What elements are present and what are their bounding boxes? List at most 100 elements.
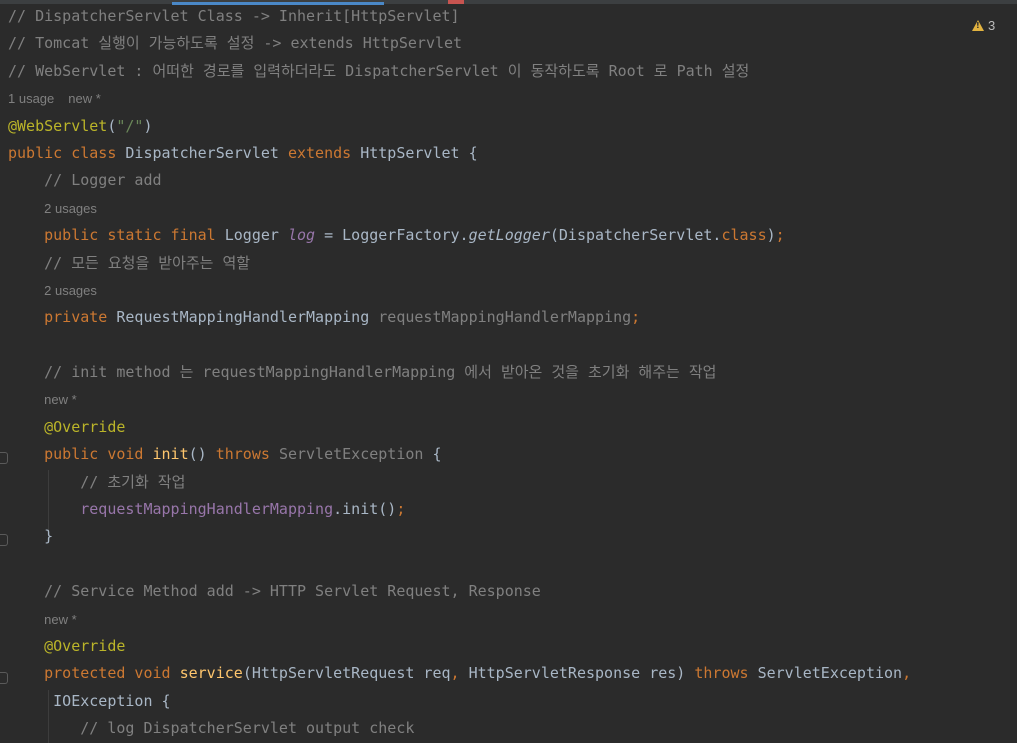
usage-hint: 2 usages	[44, 201, 111, 216]
code-token: // log DispatcherServlet output check	[80, 719, 415, 738]
fold-end-icon[interactable]	[0, 534, 8, 546]
usage-hint: new *	[44, 392, 91, 407]
code-token: throws	[215, 445, 279, 464]
code-line: public static final Logger log = LoggerF…	[8, 222, 1017, 249]
code-token: protected void	[44, 664, 180, 683]
code-token: // Tomcat 실행이 가능하도록 설정 -> extends HttpSe…	[8, 34, 463, 53]
fold-marker-icon[interactable]	[0, 452, 8, 464]
code-token: ServletException	[278, 445, 424, 464]
code-token: // DispatcherServlet Class -> Inherit[Ht…	[8, 7, 460, 25]
usage-hint: new *	[44, 612, 91, 627]
inlay-hint-row: new *	[8, 606, 1017, 633]
code-token: throws	[694, 664, 758, 683]
code-token: HttpServlet {	[360, 143, 478, 162]
usage-hint: 1 usage new *	[8, 91, 115, 106]
code-line: // Logger add	[8, 167, 1017, 194]
code-line: protected void service(HttpServletReques…	[8, 660, 1017, 687]
code-editor[interactable]: // DispatcherServlet Class -> Inherit[Ht…	[8, 3, 1017, 743]
code-token: }	[44, 527, 54, 546]
code-token: = LoggerFactory.	[315, 226, 469, 245]
usage-hint-item[interactable]: 2 usages	[44, 283, 97, 298]
code-token: RequestMappingHandlerMapping	[116, 308, 379, 327]
code-token: public void	[44, 445, 153, 464]
code-token: // 모든 요청을 받아주는 역할	[44, 253, 251, 272]
code-token: public static final	[44, 226, 225, 245]
code-token: ;	[631, 308, 641, 327]
code-token: (DispatcherServlet.	[549, 226, 722, 245]
code-token: IOException {	[53, 691, 171, 710]
code-token: ()	[188, 445, 216, 464]
usage-hint-item[interactable]: 1 usage	[8, 91, 54, 106]
code-token: requestMappingHandlerMapping	[80, 500, 334, 519]
inlay-hint-row: 1 usage new *	[8, 85, 1017, 112]
code-token: // Service Method add -> HTTP Servlet Re…	[44, 582, 541, 601]
code-line: }	[8, 523, 1017, 550]
inlay-hint-row: 2 usages	[8, 195, 1017, 222]
inlay-hint-row: new *	[8, 386, 1017, 413]
code-token: HttpServletResponse res)	[468, 664, 695, 683]
code-line: // 초기화 작업	[8, 469, 1017, 496]
code-line: // 모든 요청을 받아주는 역할	[8, 250, 1017, 277]
code-line: @Override	[8, 633, 1017, 660]
code-line: private RequestMappingHandlerMapping req…	[8, 304, 1017, 331]
code-token: init	[152, 445, 189, 464]
usage-hint-item[interactable]: 2 usages	[44, 201, 97, 216]
code-token: extends	[287, 143, 361, 162]
code-token: public class	[8, 143, 126, 162]
code-token: requestMappingHandlerMapping	[378, 308, 632, 327]
usage-hint: 2 usages	[44, 283, 111, 298]
code-token: getLogger	[468, 226, 550, 245]
code-token: @Override	[44, 417, 126, 436]
usage-hint-item[interactable]: new *	[68, 91, 101, 106]
code-line: @Override	[8, 414, 1017, 441]
code-line: IOException {	[8, 688, 1017, 715]
code-token: DispatcherServlet	[125, 143, 288, 162]
code-line: // init method 는 requestMappingHandlerMa…	[8, 359, 1017, 386]
code-token: "/"	[116, 116, 144, 135]
code-token: )	[143, 116, 153, 135]
code-token: ServletException	[757, 664, 903, 683]
code-line: // Service Method add -> HTTP Servlet Re…	[8, 578, 1017, 605]
code-line: // Tomcat 실행이 가능하도록 설정 -> extends HttpSe…	[8, 30, 1017, 57]
code-token: // WebServlet : 어떠한 경로를 입력하더라도 Dispatche…	[8, 61, 750, 80]
inlay-hint-row: 2 usages	[8, 277, 1017, 304]
code-line: // WebServlet : 어떠한 경로를 입력하더라도 Dispatche…	[8, 58, 1017, 85]
code-token: class	[721, 226, 767, 245]
usage-hint-item[interactable]: new *	[44, 392, 77, 407]
fold-marker-icon[interactable]	[0, 672, 8, 684]
code-token: {	[423, 445, 442, 464]
code-token: log	[287, 226, 316, 245]
code-token: // init method 는 requestMappingHandlerMa…	[44, 363, 717, 382]
code-line: public void init() throws ServletExcepti…	[8, 441, 1017, 468]
code-token: @Override	[44, 636, 126, 655]
code-token: )	[766, 226, 776, 245]
code-token: ,	[450, 664, 469, 683]
code-line: public class DispatcherServlet extends H…	[8, 140, 1017, 167]
code-line: requestMappingHandlerMapping.init();	[8, 496, 1017, 523]
code-token: ;	[775, 226, 785, 245]
usage-hint-item[interactable]: new *	[44, 612, 77, 627]
code-token: Logger	[224, 226, 288, 245]
code-token: private	[44, 308, 117, 327]
code-token: ;	[396, 500, 406, 519]
